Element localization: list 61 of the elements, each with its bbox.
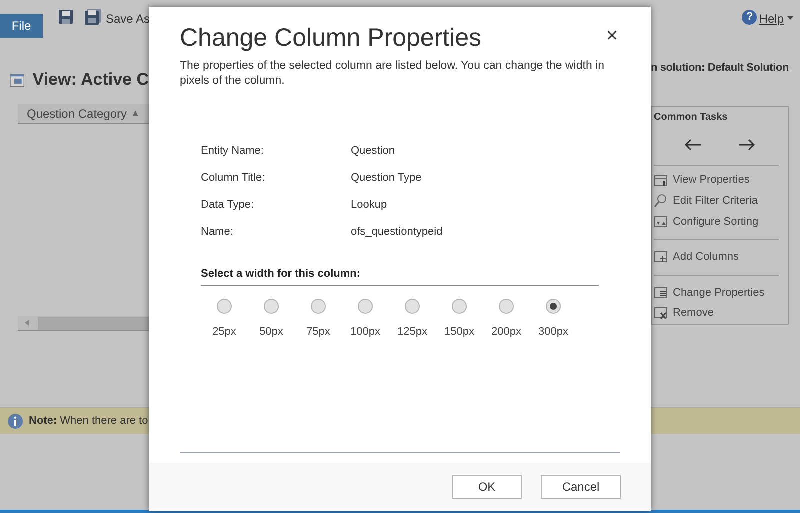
save-icon[interactable] (58, 9, 74, 25)
width-label: 25px (212, 324, 236, 340)
view-title: View: Active C (32, 69, 149, 92)
note-text: Note: When there are to (29, 414, 148, 429)
task-item[interactable]: Remove (652, 303, 788, 324)
panel-title: Common Tasks (653, 110, 729, 124)
scrollbar[interactable] (18, 316, 149, 331)
solution-label: n solution: Default Solution (651, 61, 790, 76)
help-icon[interactable]: ? (742, 10, 758, 25)
radio-button[interactable] (311, 298, 326, 314)
help-link[interactable]: Help (759, 10, 784, 28)
scroll-thumb[interactable] (38, 316, 149, 330)
task-item[interactable]: View Properties (652, 170, 788, 191)
width-label: 300px (538, 324, 568, 340)
property-value: Question Type (351, 171, 423, 186)
property-label: Name: (201, 225, 234, 240)
radio-button[interactable] (217, 298, 232, 314)
radio-button[interactable] (499, 298, 514, 314)
width-label: 100px (350, 324, 380, 340)
radio-button[interactable] (452, 298, 467, 314)
save-as-icon[interactable] (84, 8, 102, 26)
radio-button[interactable] (264, 298, 279, 314)
width-label: 200px (492, 324, 522, 340)
task-item[interactable]: Add Columns (652, 247, 788, 268)
left-arrow-icon[interactable] (684, 138, 702, 150)
property-value: Lookup (351, 198, 388, 213)
sort-icon: ▲ (131, 106, 140, 120)
dialog-button[interactable]: Cancel (541, 475, 621, 499)
task-item[interactable]: Change Properties (652, 282, 788, 304)
dialog-button[interactable]: OK (452, 475, 522, 499)
radio-button[interactable] (405, 298, 420, 314)
remove-column-icon (654, 306, 668, 320)
width-label: 150px (444, 324, 474, 340)
width-heading: Select a width for this column: (201, 266, 599, 286)
search-icon (654, 194, 668, 208)
property-value: Question (351, 144, 396, 159)
add-column-icon (654, 250, 668, 264)
close-button[interactable]: × (606, 26, 618, 46)
column-header[interactable]: Question Category ▲ (18, 104, 149, 124)
right-arrow-icon[interactable] (738, 138, 756, 150)
property-label: Column Title: (201, 171, 266, 186)
task-item[interactable]: Edit Filter Criteria (652, 191, 788, 212)
task-item[interactable]: Configure Sorting (652, 212, 788, 232)
width-label: 50px (260, 324, 284, 340)
property-value: ofs_questiontypeid (351, 225, 444, 240)
width-label: 125px (398, 324, 428, 340)
width-label: 75px (306, 324, 330, 340)
file-tab[interactable]: File (0, 14, 43, 38)
scroll-left-icon (24, 320, 30, 326)
table-lines-icon (654, 286, 668, 300)
radio-button[interactable] (358, 298, 373, 314)
dialog-description: The properties of the selected column are listed below. You can change the width in pixels of the column. (180, 59, 606, 89)
caret-icon (787, 16, 794, 21)
property-label: Entity Name: (201, 144, 265, 159)
property-label: Data Type: (201, 198, 255, 213)
sort-table-icon (654, 214, 668, 229)
info-icon (8, 414, 23, 428)
list-info-icon (654, 174, 668, 188)
save-as-label[interactable]: Save As (106, 10, 150, 28)
radio-button[interactable] (546, 298, 561, 314)
dialog-title: Change Column Properties (180, 23, 482, 54)
